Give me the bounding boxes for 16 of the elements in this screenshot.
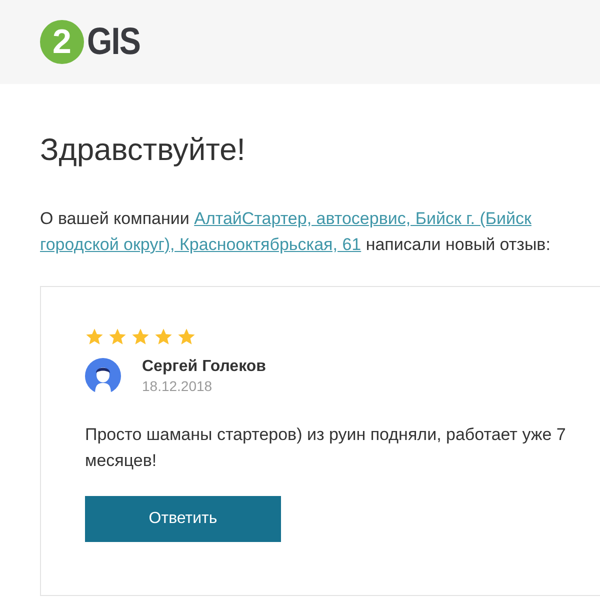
greeting-heading: Здравствуйте! [40, 132, 246, 168]
avatar-icon [85, 358, 121, 394]
logo-mark: 2 [40, 20, 84, 64]
star-icon [108, 327, 127, 346]
company-link[interactable]: городской округ), Краснооктябрьская, 61 [40, 235, 362, 254]
reply-button[interactable]: Ответить [85, 496, 281, 542]
logo-wordmark: GIS [87, 20, 140, 64]
author-name: Сергей Голеков [142, 358, 266, 376]
intro-text: О вашей компании АлтайСтартер, автосервис, Бийск г. (Бийск городской округ), Краснооктябрьская, 61 написали новый отзыв: [40, 208, 552, 256]
company-link[interactable]: АлтайСтартер, автосервис, Бийск г. (Бийск [194, 209, 532, 228]
review-text: Просто шаманы стартеров) из руин подняли, работает уже 7 месяцев! [85, 424, 567, 472]
star-icon [131, 327, 150, 346]
star-icon [154, 327, 173, 346]
star-icon [85, 327, 104, 346]
review-date: 18.12.2018 [142, 378, 214, 394]
star-icon [177, 327, 196, 346]
